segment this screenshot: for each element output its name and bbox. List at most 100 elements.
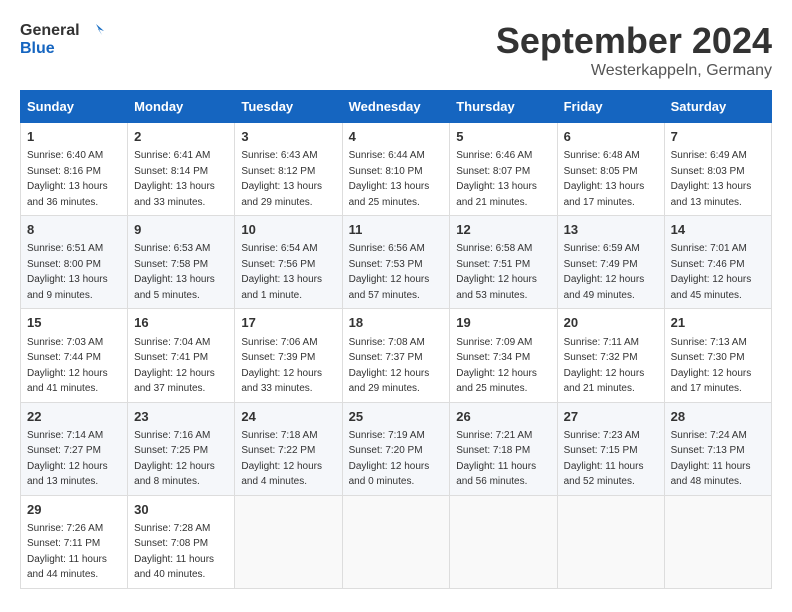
day-info: Sunrise: 7:13 AMSunset: 7:30 PMDaylight:…	[671, 337, 752, 395]
day-number: 5	[456, 128, 550, 146]
cell-2-1: 16 Sunrise: 7:04 AMSunset: 7:41 PMDayligh…	[128, 309, 235, 402]
day-info: Sunrise: 6:56 AMSunset: 7:53 PMDaylight:…	[349, 243, 430, 301]
cell-0-3: 4 Sunrise: 6:44 AMSunset: 8:10 PMDaylight…	[342, 123, 450, 216]
day-number: 28	[671, 408, 765, 426]
cell-4-2	[235, 495, 342, 588]
logo-general: General	[20, 22, 80, 40]
cell-2-0: 15 Sunrise: 7:03 AMSunset: 7:44 PMDayligh…	[21, 309, 128, 402]
week-row-4: 22 Sunrise: 7:14 AMSunset: 7:27 PMDayligh…	[21, 402, 772, 495]
day-info: Sunrise: 7:01 AMSunset: 7:46 PMDaylight:…	[671, 243, 752, 301]
cell-1-2: 10 Sunrise: 6:54 AMSunset: 7:56 PMDayligh…	[235, 216, 342, 309]
cell-4-1: 30 Sunrise: 7:28 AMSunset: 7:08 PMDayligh…	[128, 495, 235, 588]
cell-3-3: 25 Sunrise: 7:19 AMSunset: 7:20 PMDayligh…	[342, 402, 450, 495]
day-info: Sunrise: 7:19 AMSunset: 7:20 PMDaylight:…	[349, 430, 430, 488]
day-info: Sunrise: 7:21 AMSunset: 7:18 PMDaylight:…	[456, 430, 536, 488]
cell-0-0: 1 Sunrise: 6:40 AMSunset: 8:16 PMDaylight…	[21, 123, 128, 216]
day-info: Sunrise: 7:18 AMSunset: 7:22 PMDaylight:…	[241, 430, 322, 488]
cell-4-3	[342, 495, 450, 588]
calendar-subtitle: Westerkappeln, Germany	[496, 62, 772, 80]
cell-0-5: 6 Sunrise: 6:48 AMSunset: 8:05 PMDaylight…	[557, 123, 664, 216]
day-info: Sunrise: 7:11 AMSunset: 7:32 PMDaylight:…	[564, 337, 645, 395]
day-number: 1	[27, 128, 121, 146]
day-info: Sunrise: 6:41 AMSunset: 8:14 PMDaylight:…	[134, 150, 215, 208]
day-info: Sunrise: 7:23 AMSunset: 7:15 PMDaylight:…	[564, 430, 644, 488]
cell-2-5: 20 Sunrise: 7:11 AMSunset: 7:32 PMDayligh…	[557, 309, 664, 402]
col-saturday: Saturday	[664, 91, 771, 123]
day-info: Sunrise: 7:28 AMSunset: 7:08 PMDaylight:…	[134, 523, 214, 581]
cell-2-2: 17Sunrise: 7:06 AMSunset: 7:39 PMDayligh…	[235, 309, 342, 402]
cell-3-5: 27 Sunrise: 7:23 AMSunset: 7:15 PMDayligh…	[557, 402, 664, 495]
cell-1-4: 12Sunrise: 6:58 AMSunset: 7:51 PMDayligh…	[450, 216, 557, 309]
col-friday: Friday	[557, 91, 664, 123]
day-info: Sunrise: 6:53 AMSunset: 7:58 PMDaylight:…	[134, 243, 215, 301]
day-info: Sunrise: 7:26 AMSunset: 7:11 PMDaylight:…	[27, 523, 107, 581]
cell-3-0: 22 Sunrise: 7:14 AMSunset: 7:27 PMDayligh…	[21, 402, 128, 495]
day-info: Sunrise: 6:43 AMSunset: 8:12 PMDaylight:…	[241, 150, 322, 208]
day-info: Sunrise: 7:03 AMSunset: 7:44 PMDaylight:…	[27, 337, 108, 395]
day-number: 26	[456, 408, 550, 426]
day-number: 20	[564, 314, 658, 332]
day-info: Sunrise: 6:40 AMSunset: 8:16 PMDaylight:…	[27, 150, 108, 208]
page-header: General Blue September 2024 Westerkappel…	[20, 20, 772, 80]
day-number: 18	[349, 314, 444, 332]
cell-1-3: 11Sunrise: 6:56 AMSunset: 7:53 PMDayligh…	[342, 216, 450, 309]
day-info: Sunrise: 6:46 AMSunset: 8:07 PMDaylight:…	[456, 150, 537, 208]
col-monday: Monday	[128, 91, 235, 123]
cell-3-6: 28 Sunrise: 7:24 AMSunset: 7:13 PMDayligh…	[664, 402, 771, 495]
day-number: 21	[671, 314, 765, 332]
day-number: 10	[241, 221, 335, 239]
cell-4-6	[664, 495, 771, 588]
cell-3-4: 26 Sunrise: 7:21 AMSunset: 7:18 PMDayligh…	[450, 402, 557, 495]
day-number: 9	[134, 221, 228, 239]
col-sunday: Sunday	[21, 91, 128, 123]
day-info: Sunrise: 6:59 AMSunset: 7:49 PMDaylight:…	[564, 243, 645, 301]
day-number: 15	[27, 314, 121, 332]
cell-2-3: 18 Sunrise: 7:08 AMSunset: 7:37 PMDayligh…	[342, 309, 450, 402]
day-number: 6	[564, 128, 658, 146]
day-info: Sunrise: 7:24 AMSunset: 7:13 PMDaylight:…	[671, 430, 751, 488]
day-number: 25	[349, 408, 444, 426]
logo-bird-icon	[82, 20, 104, 42]
day-number: 23	[134, 408, 228, 426]
day-number: 2	[134, 128, 228, 146]
cell-4-4	[450, 495, 557, 588]
day-number: 22	[27, 408, 121, 426]
day-number: 27	[564, 408, 658, 426]
day-number: 30	[134, 501, 228, 519]
week-row-1: 1 Sunrise: 6:40 AMSunset: 8:16 PMDaylight…	[21, 123, 772, 216]
day-info: Sunrise: 7:14 AMSunset: 7:27 PMDaylight:…	[27, 430, 108, 488]
day-number: 7	[671, 128, 765, 146]
day-info: Sunrise: 7:09 AMSunset: 7:34 PMDaylight:…	[456, 337, 537, 395]
cell-0-2: 3Sunrise: 6:43 AMSunset: 8:12 PMDaylight…	[235, 123, 342, 216]
day-info: Sunrise: 6:51 AMSunset: 8:00 PMDaylight:…	[27, 243, 108, 301]
cell-2-4: 19Sunrise: 7:09 AMSunset: 7:34 PMDayligh…	[450, 309, 557, 402]
cell-1-6: 14 Sunrise: 7:01 AMSunset: 7:46 PMDayligh…	[664, 216, 771, 309]
day-info: Sunrise: 6:48 AMSunset: 8:05 PMDaylight:…	[564, 150, 645, 208]
day-number: 16	[134, 314, 228, 332]
day-number: 4	[349, 128, 444, 146]
day-info: Sunrise: 7:16 AMSunset: 7:25 PMDaylight:…	[134, 430, 215, 488]
cell-3-2: 24 Sunrise: 7:18 AMSunset: 7:22 PMDayligh…	[235, 402, 342, 495]
cell-1-5: 13 Sunrise: 6:59 AMSunset: 7:49 PMDayligh…	[557, 216, 664, 309]
logo: General Blue	[20, 20, 104, 58]
day-info: Sunrise: 6:49 AMSunset: 8:03 PMDaylight:…	[671, 150, 752, 208]
week-row-3: 15 Sunrise: 7:03 AMSunset: 7:44 PMDayligh…	[21, 309, 772, 402]
col-wednesday: Wednesday	[342, 91, 450, 123]
cell-4-0: 29Sunrise: 7:26 AMSunset: 7:11 PMDayligh…	[21, 495, 128, 588]
day-number: 14	[671, 221, 765, 239]
day-number: 13	[564, 221, 658, 239]
col-tuesday: Tuesday	[235, 91, 342, 123]
col-thursday: Thursday	[450, 91, 557, 123]
day-info: Sunrise: 7:04 AMSunset: 7:41 PMDaylight:…	[134, 337, 215, 395]
day-info: Sunrise: 7:08 AMSunset: 7:37 PMDaylight:…	[349, 337, 430, 395]
cell-0-6: 7 Sunrise: 6:49 AMSunset: 8:03 PMDaylight…	[664, 123, 771, 216]
day-info: Sunrise: 6:44 AMSunset: 8:10 PMDaylight:…	[349, 150, 430, 208]
day-info: Sunrise: 6:58 AMSunset: 7:51 PMDaylight:…	[456, 243, 537, 301]
day-number: 24	[241, 408, 335, 426]
day-number: 17	[241, 314, 335, 332]
title-section: September 2024 Westerkappeln, Germany	[496, 20, 772, 80]
cell-0-4: 5 Sunrise: 6:46 AMSunset: 8:07 PMDaylight…	[450, 123, 557, 216]
week-row-2: 8Sunrise: 6:51 AMSunset: 8:00 PMDaylight…	[21, 216, 772, 309]
week-row-5: 29Sunrise: 7:26 AMSunset: 7:11 PMDayligh…	[21, 495, 772, 588]
day-info: Sunrise: 6:54 AMSunset: 7:56 PMDaylight:…	[241, 243, 322, 301]
